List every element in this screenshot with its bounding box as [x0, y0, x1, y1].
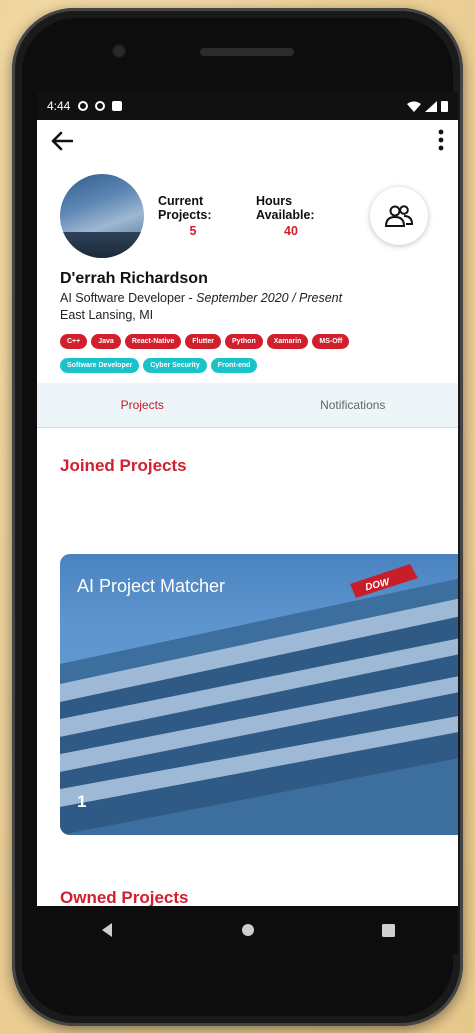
wifi-icon [407, 101, 421, 112]
interest-chip[interactable]: Software Developer [60, 358, 140, 373]
front-camera [112, 44, 126, 58]
profile-tabs: Projects Notifications [37, 383, 458, 428]
status-system-icons [407, 100, 448, 112]
status-time: 4:44 [47, 99, 71, 113]
project-member-count: 1 [77, 792, 87, 811]
skill-chip[interactable]: React-Native [124, 334, 182, 349]
people-button[interactable] [370, 187, 428, 245]
profile-location: East Lansing, MI [60, 308, 154, 322]
app-screen: 4:44 Current Projects: 5 Hours Available [37, 92, 458, 906]
project-title: AI Project Matcher [77, 576, 226, 596]
people-icon [384, 205, 414, 227]
joined-projects-heading: Joined Projects [60, 456, 187, 475]
profile-role: AI Software Developer - September 2020 /… [37, 291, 458, 305]
current-projects-label-line1: Current [158, 194, 204, 208]
status-bar: 4:44 [37, 92, 458, 120]
project-card[interactable]: DOW AI Project Matcher 1 [60, 554, 458, 835]
app-bar [37, 120, 458, 164]
more-vert-icon[interactable] [438, 129, 444, 155]
tab-notifications[interactable]: Notifications [248, 383, 459, 427]
skill-chip[interactable]: MS-Off [312, 334, 350, 349]
owned-projects-heading: Owned Projects [60, 888, 189, 906]
avatar[interactable] [60, 174, 144, 258]
hours-available-value: 40 [284, 224, 298, 238]
current-projects-label-line2: Projects: [158, 208, 212, 222]
status-notification-icons [78, 101, 123, 111]
skill-chip[interactable]: Python [225, 334, 263, 349]
skill-chips: C++ Java React-Native Flutter Python Xam… [37, 334, 458, 349]
interest-chip[interactable]: Cyber Security [143, 358, 207, 373]
system-nav-bar [37, 906, 458, 954]
nav-recents-icon[interactable] [381, 923, 395, 937]
nav-back-icon[interactable] [100, 922, 114, 938]
hours-available-label-line1: Hours [256, 194, 293, 208]
sync-status-icon [95, 101, 106, 111]
battery-icon [441, 101, 448, 112]
skill-chip[interactable]: Java [91, 334, 121, 349]
current-projects-value: 5 [189, 224, 197, 238]
profile-header: Current Projects: 5 Hours Available: 40 [37, 164, 458, 264]
settings-status-icon [78, 101, 89, 111]
role-period: September 2020 / Present [196, 291, 343, 305]
interest-chips: Software Developer Cyber Security Front-… [37, 358, 458, 373]
role-title: AI Software Developer - [60, 291, 197, 305]
current-projects-stat: Current Projects: 5 [158, 194, 242, 238]
skill-chip[interactable]: Flutter [185, 334, 222, 349]
profile-name: D'errah Richardson [60, 270, 208, 287]
nav-home-icon[interactable] [241, 923, 255, 937]
hours-available-stat: Hours Available: 40 [256, 194, 340, 238]
tab-projects[interactable]: Projects [37, 383, 248, 427]
signal-icon [425, 100, 437, 112]
sim-status-icon [112, 101, 123, 111]
back-arrow-icon[interactable] [51, 127, 74, 158]
hours-available-label-line2: Available: [256, 208, 315, 222]
earpiece-speaker [200, 48, 294, 56]
skill-chip[interactable]: Xamarin [266, 334, 309, 349]
interest-chip[interactable]: Front-end [210, 358, 258, 373]
skill-chip[interactable]: C++ [60, 334, 88, 349]
